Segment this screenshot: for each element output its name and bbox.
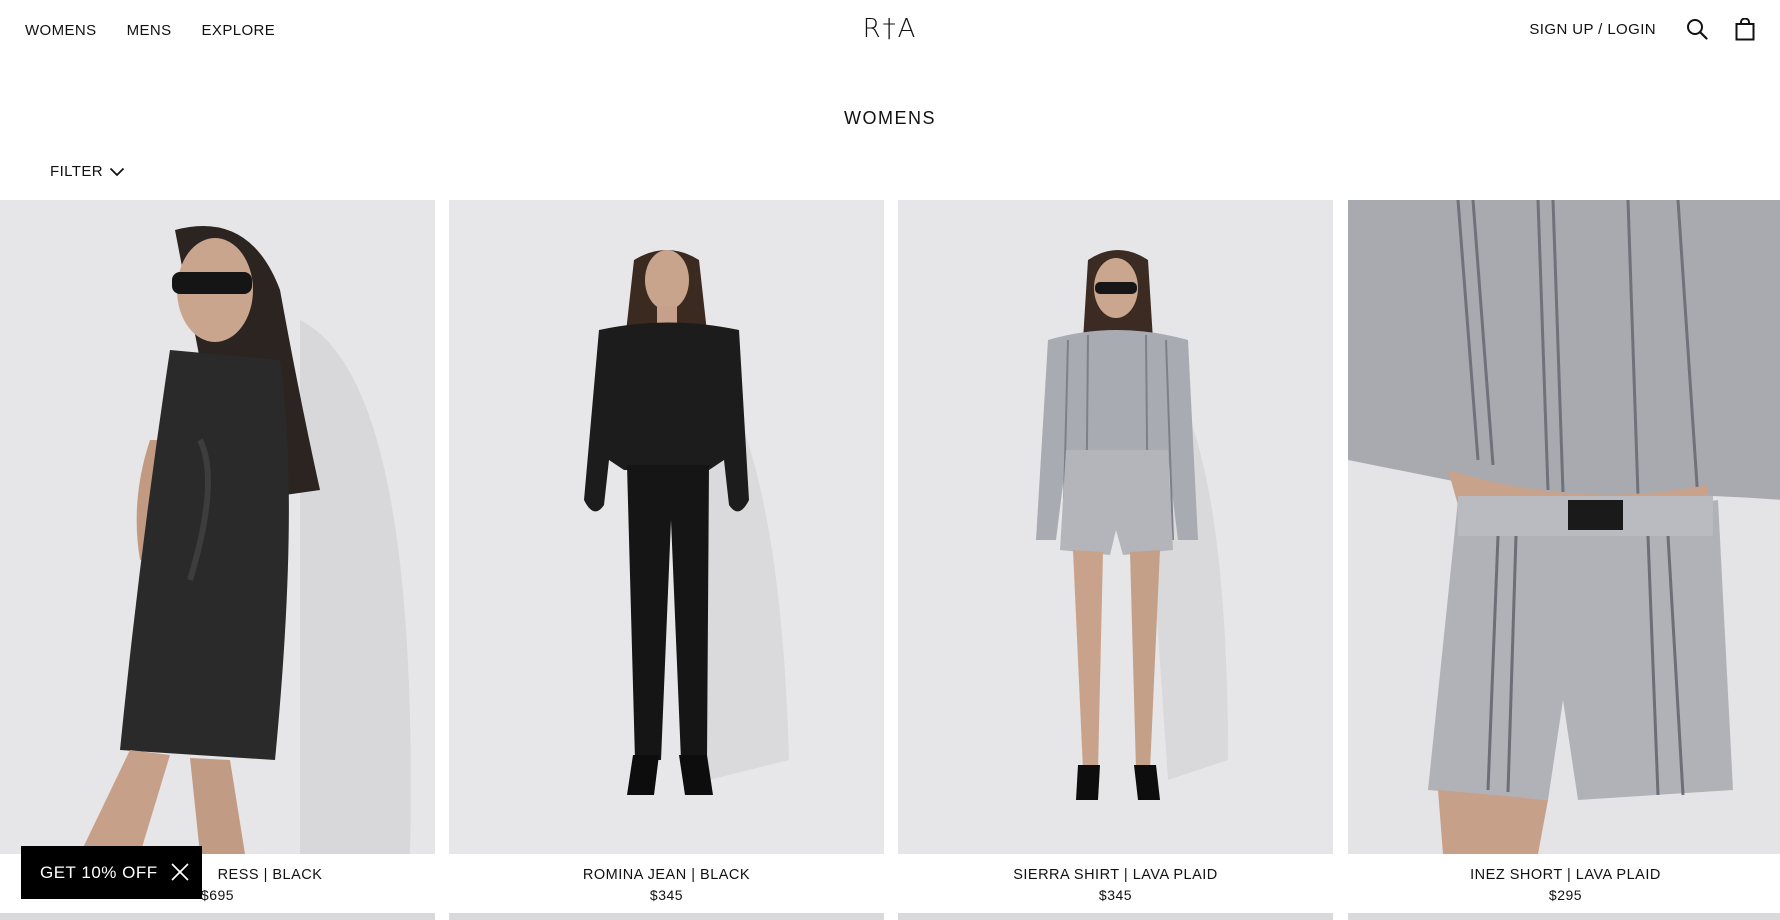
nav-item-explore[interactable]: EXPLORE xyxy=(202,22,276,39)
nav-item-mens[interactable]: MENS xyxy=(127,22,172,39)
product-card[interactable]: INEZ SHORT | LAVA PLAID $295 xyxy=(1348,200,1780,903)
product-image[interactable] xyxy=(449,200,884,854)
close-icon[interactable] xyxy=(170,862,190,882)
product-image[interactable] xyxy=(898,200,1333,854)
product-grid: RESS | BLACK $695 ROMINA JEAN | BLACK $3… xyxy=(0,200,1780,920)
product-card[interactable]: ROMINA JEAN | BLACK $345 xyxy=(449,200,884,903)
product-name[interactable]: SIERRA SHIRT | LAVA PLAID xyxy=(898,867,1333,883)
next-row-image xyxy=(1348,913,1780,920)
product-name[interactable]: INEZ SHORT | LAVA PLAID xyxy=(1348,867,1780,883)
next-row-image xyxy=(0,913,435,920)
filter-toggle[interactable]: FILTER xyxy=(50,163,125,180)
product-card[interactable]: RESS | BLACK $695 xyxy=(0,200,435,903)
next-row-image xyxy=(449,913,884,920)
product-price: $295 xyxy=(1548,887,1583,903)
discount-promo-button[interactable]: GET 10% OFF xyxy=(21,846,202,899)
page-title: WOMENS xyxy=(844,108,936,128)
product-card[interactable]: SIERRA SHIRT | LAVA PLAID $345 xyxy=(898,200,1333,903)
product-name[interactable]: ROMINA JEAN | BLACK xyxy=(449,867,884,883)
product-image[interactable] xyxy=(1348,200,1780,854)
nav-item-womens[interactable]: WOMENS xyxy=(25,22,97,39)
product-price: $345 xyxy=(649,887,684,903)
product-price: $345 xyxy=(1098,887,1133,903)
product-image[interactable] xyxy=(0,200,435,854)
account-nav: SIGN UP / LOGIN xyxy=(1529,16,1758,42)
signup-login-link[interactable]: SIGN UP / LOGIN xyxy=(1529,21,1656,38)
site-header: WOMENS MENS EXPLORE R†A SIGN UP / LOGIN xyxy=(0,0,1780,62)
shopping-bag-icon[interactable] xyxy=(1732,16,1758,42)
brand-logo[interactable]: R†A xyxy=(863,14,918,44)
promo-label: GET 10% OFF xyxy=(40,862,158,882)
filter-label: FILTER xyxy=(50,163,103,180)
chevron-down-icon xyxy=(109,167,125,176)
next-row-image xyxy=(898,913,1333,920)
search-icon[interactable] xyxy=(1684,16,1710,42)
main-nav: WOMENS MENS EXPLORE xyxy=(25,22,275,39)
